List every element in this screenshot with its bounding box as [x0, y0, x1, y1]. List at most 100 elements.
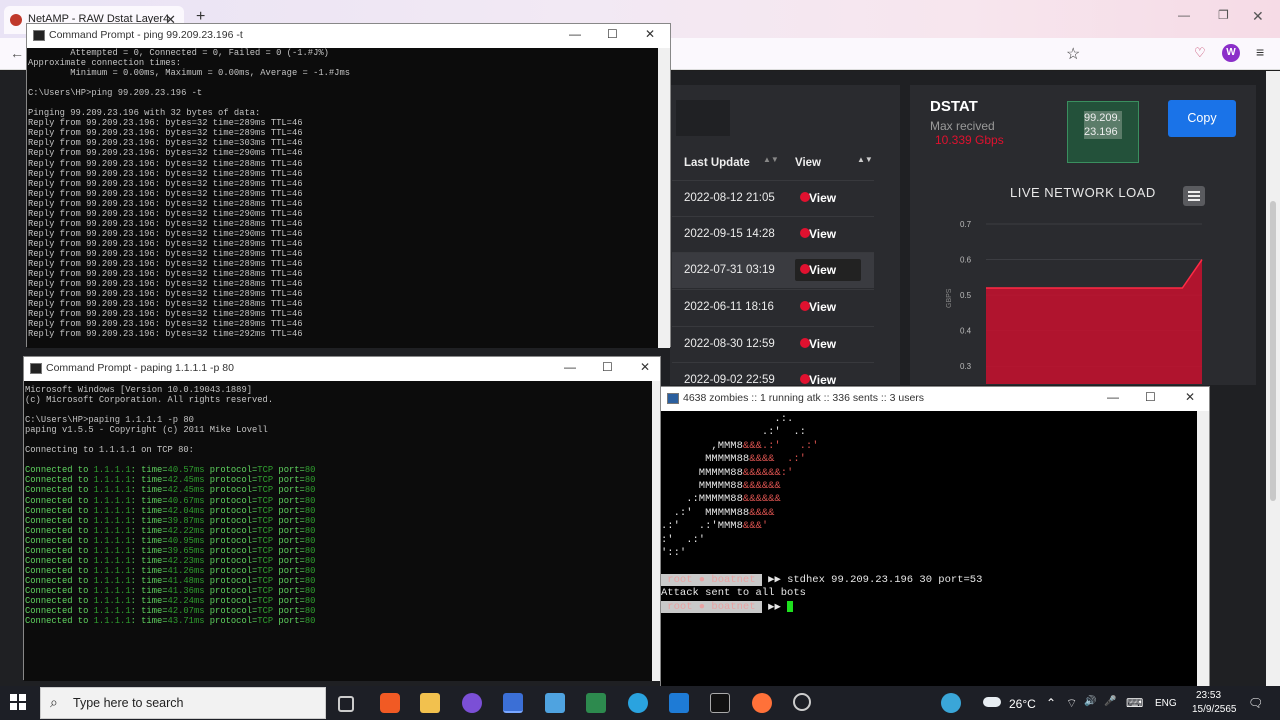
- console-line: Minimum = 0.00ms, Maximum = 0.00ms, Aver…: [28, 68, 351, 79]
- maximize-icon[interactable]: ☐: [602, 360, 613, 374]
- weather-temperature[interactable]: 26°C: [1009, 697, 1036, 711]
- vscode-icon[interactable]: [669, 693, 689, 713]
- console-line: Reply from 99.209.23.196: bytes=32 time=…: [28, 188, 303, 199]
- botnet-console-output[interactable]: .:. .:' .: ,MMM8&&&.:' .:' MMMMM88&&&& .…: [661, 411, 1197, 687]
- close-icon[interactable]: ✕: [645, 27, 655, 41]
- view-button[interactable]: View: [795, 187, 861, 209]
- account-avatar[interactable]: W: [1222, 44, 1240, 62]
- window-titlebar[interactable]: Command Prompt - ping 99.209.23.196 -t —…: [27, 24, 670, 48]
- clock-date[interactable]: 15/9/2565: [1192, 704, 1237, 715]
- console-line: Microsoft Windows [Version 10.0.19043.18…: [25, 385, 252, 395]
- terminal-icon[interactable]: [710, 693, 730, 713]
- copy-button[interactable]: Copy: [1168, 100, 1236, 137]
- console-scrollbar[interactable]: [1197, 411, 1209, 687]
- minimize-icon[interactable]: —: [569, 27, 581, 41]
- y-axis-label: GBPS: [946, 288, 953, 308]
- console-line: Reply from 99.209.23.196: bytes=32 time=…: [28, 258, 303, 269]
- connection-line: Connected to 1.1.1.1: time=39.65ms proto…: [25, 545, 316, 556]
- obs-icon[interactable]: [793, 693, 811, 711]
- back-arrow-icon[interactable]: ←: [10, 45, 24, 61]
- ascii-art-line: MMMMM88&&&&&&:': [661, 466, 794, 479]
- console-scrollbar[interactable]: [652, 381, 660, 681]
- microphone-icon[interactable]: 🎤: [1104, 696, 1116, 707]
- chart-menu-icon[interactable]: [1183, 186, 1205, 206]
- chart-line-series: [986, 259, 1203, 289]
- column-header-view[interactable]: View: [795, 157, 821, 169]
- minimize-icon[interactable]: —: [1107, 390, 1119, 404]
- close-icon[interactable]: ✕: [640, 360, 650, 374]
- eye-icon: [800, 192, 810, 202]
- view-button[interactable]: View: [795, 333, 861, 355]
- notification-icon[interactable]: 🗨: [1248, 696, 1263, 710]
- y-tick-label: 0.7: [960, 220, 972, 229]
- table-search-box[interactable]: [676, 100, 730, 136]
- wifi-icon[interactable]: ⌔: [1066, 696, 1077, 711]
- ascii-art-line: .:MMMMM88&&&&&&: [661, 493, 781, 506]
- maximize-icon[interactable]: ☐: [1145, 390, 1156, 404]
- search-icon: ⌕: [50, 694, 58, 710]
- volume-icon[interactable]: 🔊: [1084, 696, 1096, 707]
- telegram-icon[interactable]: [628, 693, 648, 713]
- paping-cmd-window[interactable]: Command Prompt - paping 1.1.1.1 -p 80 — …: [23, 356, 661, 681]
- tray-expand-icon[interactable]: ⌃: [1046, 696, 1056, 710]
- connection-line: Connected to 1.1.1.1: time=40.95ms proto…: [25, 535, 316, 546]
- paping-console-output[interactable]: Microsoft Windows [Version 10.0.19043.18…: [24, 381, 652, 681]
- remote-desktop-icon[interactable]: [586, 693, 606, 713]
- botnet-terminal-window[interactable]: 4638 zombies :: 1 running atk :: 336 sen…: [660, 386, 1210, 687]
- start-windows-icon[interactable]: [10, 694, 26, 710]
- window-titlebar[interactable]: Command Prompt - paping 1.1.1.1 -p 80 — …: [24, 357, 660, 381]
- console-line: Reply from 99.209.23.196: bytes=32 time=…: [28, 309, 303, 320]
- ping-cmd-window[interactable]: Command Prompt - ping 99.209.23.196 -t —…: [26, 23, 671, 348]
- maximize-icon[interactable]: ☐: [607, 27, 618, 41]
- weather-cloud-icon[interactable]: [983, 697, 1001, 707]
- pocket-icon[interactable]: ♡: [1194, 45, 1206, 61]
- page-scrollbar[interactable]: [1266, 71, 1280, 686]
- connection-line: Connected to 1.1.1.1: time=43.71ms proto…: [25, 616, 316, 627]
- browser-maximize-icon[interactable]: ❐: [1218, 8, 1229, 22]
- console-line: Reply from 99.209.23.196: bytes=32 time=…: [28, 269, 303, 280]
- ping-console-output[interactable]: Attempted = 0, Connected = 0, Failed = 0…: [27, 48, 658, 348]
- view-button[interactable]: View: [795, 223, 861, 245]
- sort-arrows-icon[interactable]: ▲▼: [857, 155, 873, 164]
- console-scrollbar[interactable]: [658, 48, 670, 348]
- connection-line: Connected to 1.1.1.1: time=41.48ms proto…: [25, 575, 316, 586]
- image-viewer-icon[interactable]: [545, 693, 565, 713]
- console-line: Reply from 99.209.23.196: bytes=32 time=…: [28, 208, 303, 219]
- console-line: Reply from 99.209.23.196: bytes=32 time=…: [28, 138, 303, 149]
- putty-icon: [667, 393, 679, 404]
- connection-line: Connected to 1.1.1.1: time=42.24ms proto…: [25, 595, 316, 606]
- task-view-icon[interactable]: [338, 696, 354, 712]
- prompt-line: root ● boatnet ▶▶: [661, 600, 1197, 615]
- file-explorer-icon[interactable]: [420, 693, 440, 713]
- keyboard-icon[interactable]: ⌨: [1126, 696, 1143, 710]
- scrollbar-thumb[interactable]: [1270, 201, 1276, 501]
- view-button[interactable]: View: [795, 369, 861, 386]
- column-header-last-update[interactable]: Last Update: [684, 157, 750, 169]
- firefox-icon[interactable]: [752, 693, 772, 713]
- table-row: 2022-09-15 14:28 View: [672, 216, 874, 252]
- browser-minimize-icon[interactable]: —: [1178, 8, 1190, 22]
- clock-time[interactable]: 23:53: [1196, 690, 1221, 701]
- help-icon[interactable]: [941, 693, 961, 713]
- console-line: Reply from 99.209.23.196: bytes=32 time=…: [28, 148, 303, 159]
- sort-arrows-icon[interactable]: ▲▼: [763, 155, 779, 164]
- bookmark-star-icon[interactable]: ☆: [1066, 44, 1080, 64]
- discord-icon[interactable]: [462, 693, 482, 713]
- minimize-icon[interactable]: —: [564, 360, 576, 374]
- network-app-icon[interactable]: [503, 693, 523, 713]
- brave-browser-icon[interactable]: [380, 693, 400, 713]
- browser-close-icon[interactable]: ✕: [1252, 8, 1264, 25]
- ascii-art-line: ,MMM8&&&.:' .:': [661, 439, 819, 452]
- close-icon[interactable]: ✕: [1185, 390, 1195, 404]
- connection-line: Connected to 1.1.1.1: time=39.87ms proto…: [25, 515, 316, 526]
- network-load-chart: 0.7 0.6 0.5 0.4 0.3 GBPS: [946, 220, 1203, 384]
- eye-icon: [800, 374, 810, 384]
- view-button[interactable]: View: [795, 259, 861, 281]
- browser-menu-icon[interactable]: ≡: [1256, 44, 1264, 60]
- input-language[interactable]: ENG: [1155, 698, 1177, 709]
- target-ip-field[interactable]: 99.209.23.196: [1067, 101, 1139, 163]
- view-button[interactable]: View: [795, 296, 861, 318]
- window-titlebar[interactable]: 4638 zombies :: 1 running atk :: 336 sen…: [661, 387, 1209, 411]
